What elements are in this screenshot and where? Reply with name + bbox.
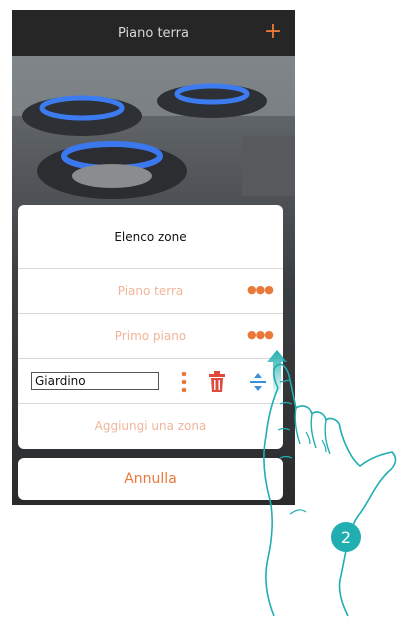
zone-row-piano-terra[interactable]: Piano terra ●●● (18, 269, 283, 314)
zone-row-editing (18, 359, 283, 404)
dialog-title: Elenco zone (18, 205, 283, 269)
zone-label: Primo piano (114, 329, 187, 343)
plus-icon[interactable]: + (261, 17, 285, 47)
zone-row-primo-piano[interactable]: Primo piano ●●● (18, 314, 283, 359)
more-horizontal-icon[interactable]: ●●● (247, 280, 274, 300)
step-badge: 2 (331, 522, 361, 552)
page-title: Piano terra (118, 25, 189, 41)
cancel-label: Annulla (124, 471, 177, 487)
add-zone-button[interactable]: Aggiungi una zona (18, 404, 283, 448)
zone-label: Piano terra (117, 284, 184, 298)
pointing-hand-icon (263, 363, 397, 617)
trash-icon[interactable] (208, 371, 226, 393)
top-bar: Piano terra + (12, 10, 295, 56)
step-number: 2 (340, 527, 352, 547)
add-zone-label: Aggiungi una zona (94, 419, 207, 433)
zone-name-input[interactable] (31, 372, 159, 390)
cancel-button[interactable]: Annulla (18, 458, 283, 500)
more-vertical-icon[interactable] (180, 371, 188, 393)
zone-list-dialog: Elenco zone Piano terra ●●● Primo piano … (18, 205, 283, 449)
